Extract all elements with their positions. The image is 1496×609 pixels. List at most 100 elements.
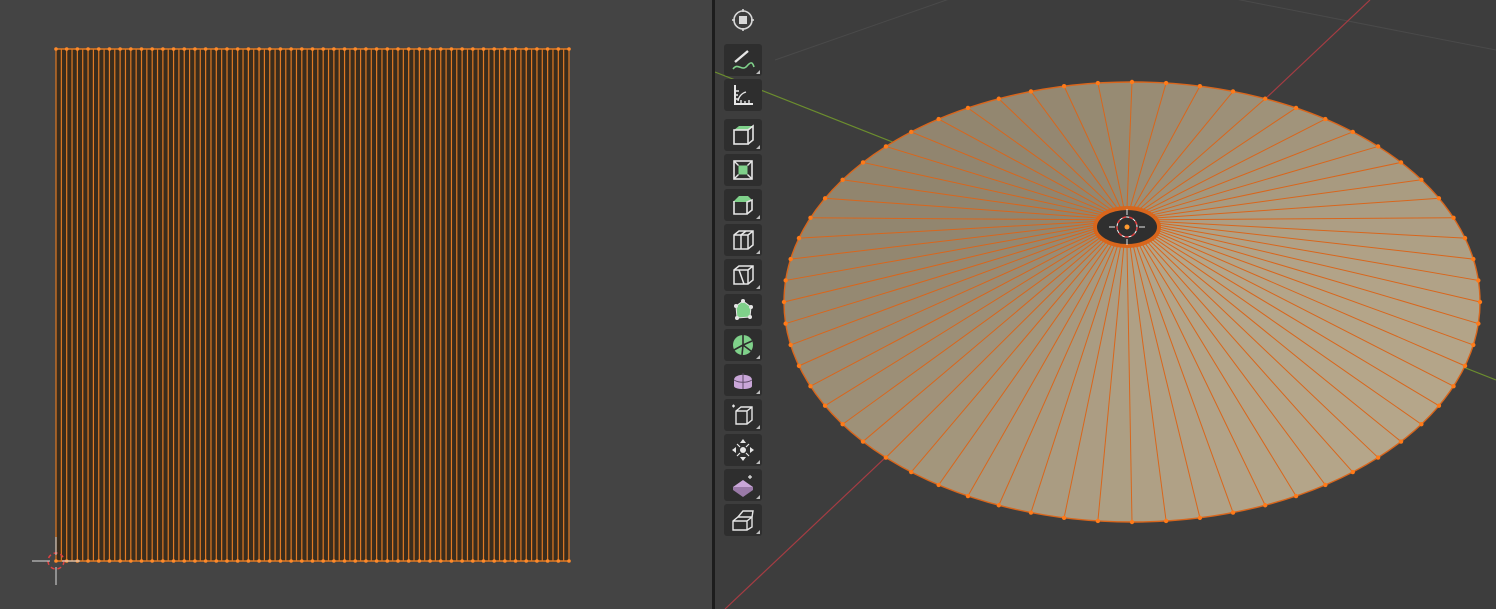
uv-vertex — [225, 559, 229, 563]
disc-vertex — [936, 482, 941, 488]
tool-measure[interactable] — [724, 79, 762, 111]
disc-vertex — [796, 235, 802, 241]
disc-vertex — [1230, 89, 1236, 94]
disc-vertex — [1471, 342, 1476, 348]
uv-vertex — [503, 559, 507, 563]
uv-vertex — [171, 559, 176, 563]
rip-region-icon — [732, 510, 754, 531]
submenu-indicator — [756, 250, 760, 254]
disc-vertex — [1293, 493, 1299, 499]
uv-vertex — [567, 559, 571, 563]
disc-vertex — [996, 96, 1002, 101]
3d-viewport[interactable] — [715, 0, 1496, 609]
uv-vertex — [86, 47, 90, 51]
uv-vertex — [193, 47, 197, 51]
disc-vertex — [1477, 299, 1483, 305]
disc-vertex — [909, 129, 914, 135]
uv-vertex — [385, 559, 390, 563]
uv-vertex — [513, 559, 518, 563]
disc-vertex — [1462, 363, 1468, 369]
uv-canvas[interactable] — [0, 0, 712, 609]
tool-smooth[interactable] — [724, 364, 762, 396]
disc-vertex — [1451, 383, 1456, 389]
submenu-indicator — [756, 425, 760, 429]
disc-vertex — [1197, 515, 1203, 520]
disc-vertex — [883, 455, 889, 460]
uv-vertex — [567, 47, 571, 51]
uv-vertex — [300, 47, 304, 51]
disc-vertex — [1436, 196, 1442, 201]
uv-vertex — [471, 47, 475, 51]
uv-vertex — [545, 559, 550, 563]
uv-vertex — [332, 47, 336, 51]
uv-vertex — [535, 559, 539, 563]
tool-loop-cut[interactable] — [724, 224, 762, 256]
uv-vertex — [267, 47, 272, 51]
uv-vertex — [481, 559, 486, 563]
disc-vertex — [883, 144, 889, 149]
uv-vertex — [481, 47, 486, 51]
submenu-indicator — [756, 530, 760, 534]
uv-vertex — [406, 47, 411, 51]
disc-vertex — [781, 299, 787, 305]
grid-line — [1237, 0, 1496, 51]
uv-vertex — [129, 559, 133, 563]
uv-vertex — [438, 47, 443, 51]
uv-vertex — [150, 47, 154, 51]
uv-vertex — [428, 47, 432, 51]
uv-vertex — [396, 559, 400, 563]
tool-knife[interactable] — [724, 259, 762, 291]
smooth-icon — [733, 373, 753, 389]
disc-vertex — [1436, 403, 1442, 408]
tool-edge-slide[interactable] — [724, 399, 762, 431]
uv-vertex — [300, 559, 304, 563]
uv-vertex — [225, 47, 229, 51]
tool-shear[interactable] — [724, 469, 762, 501]
disc-vertex — [840, 177, 845, 182]
uv-vertex — [267, 559, 272, 563]
uv-vertex — [460, 47, 464, 51]
floor-grid — [774, 0, 1496, 61]
uv-vertex — [86, 559, 90, 563]
uv-vertex — [107, 47, 112, 51]
tool-spin[interactable] — [724, 329, 762, 361]
tool-rip-region[interactable] — [724, 504, 762, 536]
disc-vertex — [1451, 215, 1456, 221]
uv-editor-panel[interactable] — [0, 0, 712, 609]
disc-vertex — [965, 493, 971, 499]
uv-vertex — [257, 47, 261, 51]
disc-vertex — [822, 403, 828, 408]
tool-annotate[interactable] — [724, 44, 762, 76]
tool-bevel[interactable] — [724, 189, 762, 221]
uv-vertex — [513, 47, 518, 51]
edge-slide-icon — [732, 404, 753, 425]
uv-vertex — [214, 559, 219, 563]
disc-vertex — [1323, 482, 1328, 488]
tool-pivot[interactable] — [724, 4, 762, 36]
disc-vertex — [840, 422, 845, 427]
disc-vertex — [1398, 439, 1404, 444]
viewport-canvas[interactable] — [715, 0, 1496, 609]
pivot-icon — [732, 9, 754, 31]
uv-vertex — [374, 47, 379, 51]
submenu-indicator — [756, 355, 760, 359]
uv-vertex — [246, 559, 251, 563]
submenu-indicator — [756, 70, 760, 74]
inset-faces-icon — [733, 160, 753, 180]
uv-vertex — [193, 559, 197, 563]
disc-vertex — [808, 383, 813, 389]
disc-vertex — [1419, 177, 1424, 182]
disc-vertex — [788, 256, 793, 262]
disc-vertex — [1462, 235, 1468, 241]
submenu-indicator — [756, 390, 760, 394]
submenu-indicator — [756, 495, 760, 499]
tool-shelf — [723, 0, 763, 609]
tool-shrink-fatten[interactable] — [724, 434, 762, 466]
tool-inset-faces[interactable] — [724, 154, 762, 186]
uv-vertex — [545, 47, 550, 51]
tool-poly-build[interactable] — [724, 294, 762, 326]
uv-vertex — [342, 47, 347, 51]
disc-vertex — [860, 160, 866, 165]
uv-vertex — [54, 47, 58, 51]
tool-extrude-region[interactable] — [724, 119, 762, 151]
